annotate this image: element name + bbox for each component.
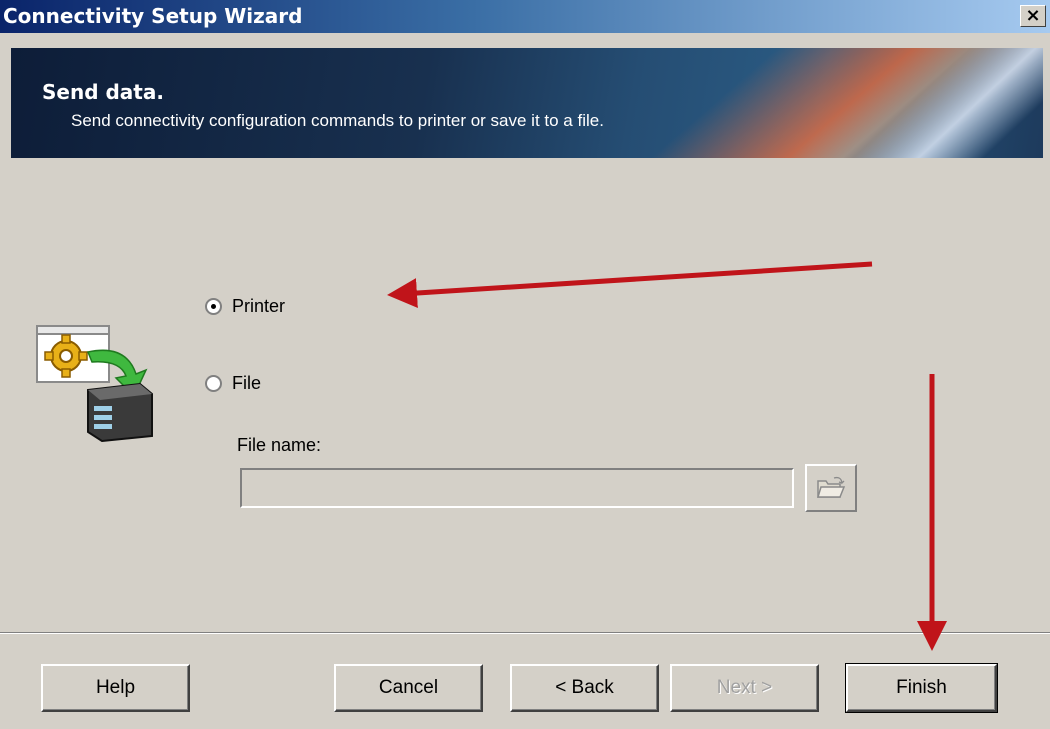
arrow-to-printer bbox=[387, 261, 873, 309]
page-title: Send data. bbox=[42, 80, 164, 104]
config-to-printer-icon bbox=[36, 325, 153, 442]
next-button[interactable]: Next > bbox=[670, 664, 819, 712]
title-bar: Connectivity Setup Wizard × bbox=[0, 0, 1050, 33]
file-label: File bbox=[232, 373, 262, 393]
file-radio[interactable] bbox=[205, 375, 222, 392]
filename-label: File name: bbox=[237, 435, 322, 455]
back-button[interactable]: < Back bbox=[510, 664, 659, 712]
finish-button[interactable]: Finish bbox=[845, 663, 998, 713]
window-title: Connectivity Setup Wizard bbox=[3, 4, 303, 28]
footer-separator bbox=[0, 632, 1050, 634]
filename-input[interactable] bbox=[240, 468, 794, 508]
close-icon: × bbox=[1025, 5, 1041, 26]
help-button[interactable]: Help bbox=[41, 664, 190, 712]
browse-button[interactable] bbox=[805, 464, 857, 512]
close-button[interactable]: × bbox=[1020, 5, 1046, 27]
header-banner: Send data. Send connectivity configurati… bbox=[11, 48, 1043, 158]
printer-label: Printer bbox=[232, 296, 286, 316]
file-option[interactable]: File bbox=[205, 373, 261, 394]
page-subtitle: Send connectivity configuration commands… bbox=[71, 111, 604, 130]
printer-radio[interactable] bbox=[205, 298, 222, 315]
open-folder-icon bbox=[816, 476, 846, 498]
cancel-button[interactable]: Cancel bbox=[334, 664, 483, 712]
printer-option[interactable]: Printer bbox=[205, 296, 285, 317]
